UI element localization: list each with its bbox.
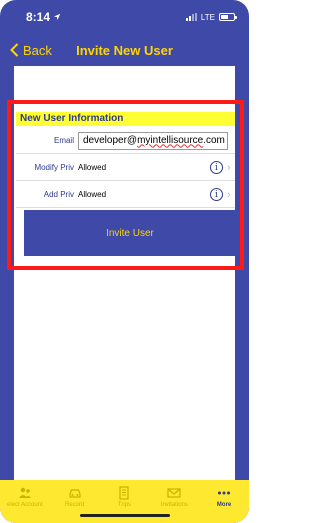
modify-priv-value: Allowed xyxy=(78,163,107,172)
email-domain-text: myintellisource xyxy=(137,134,204,146)
modify-priv-label: Modify Priv xyxy=(34,163,74,172)
document-icon xyxy=(119,486,130,500)
tab-record[interactable]: Record xyxy=(50,486,100,508)
tab-label: Trips xyxy=(117,502,132,508)
invite-user-button[interactable]: Invite User xyxy=(24,210,236,256)
tab-label: Record xyxy=(65,502,85,508)
tab-trips[interactable]: Trips xyxy=(100,486,150,508)
tab-more[interactable]: More xyxy=(199,486,249,508)
car-icon xyxy=(69,489,81,498)
tab-label: elect Account xyxy=(7,502,43,508)
users-icon xyxy=(18,487,31,498)
tab-select-account[interactable]: elect Account xyxy=(0,486,50,508)
status-time: 8:14 xyxy=(26,10,61,24)
more-icon xyxy=(218,491,231,495)
page-title: Invite New User xyxy=(76,42,173,58)
tab-label: More xyxy=(216,502,232,508)
location-arrow-icon xyxy=(53,13,61,21)
chevron-right-icon: › xyxy=(227,161,231,174)
battery-icon xyxy=(219,13,237,21)
email-user-text: developer@ xyxy=(83,134,138,146)
email-label: Email xyxy=(53,136,74,145)
envelope-icon xyxy=(167,488,181,498)
clock-text: 8:14 xyxy=(26,10,51,24)
network-label: LTE xyxy=(200,12,215,22)
status-bar: 8:14 LTE xyxy=(0,0,249,34)
tab-label: Invitations xyxy=(160,502,188,508)
phone-screen: 8:14 LTE Back Invite New User New User I… xyxy=(0,0,249,523)
section-header: New User Information xyxy=(16,112,235,126)
email-tld-text: .com xyxy=(203,134,225,146)
modify-priv-row[interactable]: Modify Priv Allowed i › xyxy=(16,155,235,181)
nav-bar: Back Invite New User xyxy=(0,34,249,66)
tab-invitations[interactable]: Invitations xyxy=(149,486,199,508)
add-priv-label: Add Priv xyxy=(43,190,74,199)
add-priv-row[interactable]: Add Priv Allowed i › xyxy=(16,182,235,208)
email-row: Email developer@myintellisource.com xyxy=(16,128,235,154)
status-indicators: LTE xyxy=(185,12,237,22)
email-field[interactable]: developer@myintellisource.com xyxy=(78,131,228,150)
chevron-right-icon: › xyxy=(227,188,231,201)
info-icon[interactable]: i xyxy=(210,188,223,201)
add-priv-value: Allowed xyxy=(78,190,107,199)
signal-icon xyxy=(185,13,197,21)
home-indicator xyxy=(80,514,170,517)
info-icon[interactable]: i xyxy=(210,161,223,174)
